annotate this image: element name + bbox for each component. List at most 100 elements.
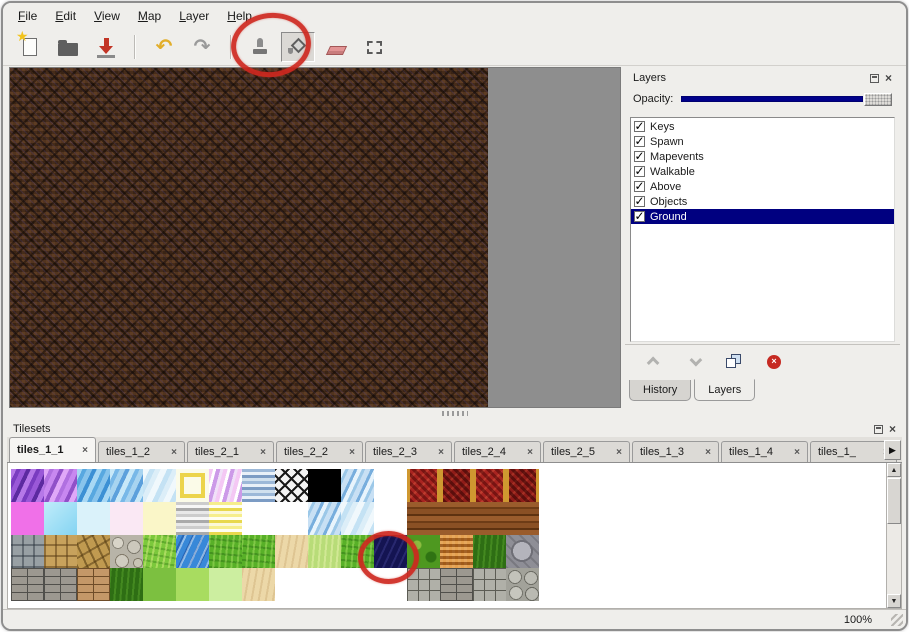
- tile-crystal1[interactable]: [11, 469, 44, 502]
- opacity-slider-track[interactable]: [681, 96, 863, 102]
- tile-grasspale[interactable]: [209, 568, 242, 601]
- layer-row[interactable]: ✓ Keys: [631, 119, 894, 134]
- tab-close-icon[interactable]: ×: [705, 447, 711, 458]
- layer-row[interactable]: ✓ Mapevents: [631, 149, 894, 164]
- scroll-up-button[interactable]: ▲: [887, 463, 901, 477]
- scrollbar-thumb[interactable]: [887, 478, 901, 524]
- menu-item[interactable]: Layer: [170, 5, 218, 27]
- layer-row[interactable]: ✓ Ground: [631, 209, 894, 224]
- resize-grip-icon[interactable]: [891, 614, 903, 626]
- tile-grassdark[interactable]: [110, 568, 143, 601]
- tab-close-icon[interactable]: ×: [527, 447, 533, 458]
- menu-item[interactable]: File: [9, 5, 46, 27]
- stamp-tool-button[interactable]: [243, 32, 277, 62]
- tileset-tab[interactable]: tiles_1_1 ×: [9, 437, 96, 462]
- tileset-tab[interactable]: tiles_2_1 ×: [187, 441, 274, 462]
- tile-grassmid[interactable]: [143, 568, 176, 601]
- tile-brickgray[interactable]: [44, 568, 77, 601]
- layer-row[interactable]: ✓ Objects: [631, 194, 894, 209]
- tab-close-icon[interactable]: ×: [438, 447, 444, 458]
- panel-tab[interactable]: History: [629, 380, 691, 401]
- map-canvas-area[interactable]: [9, 67, 621, 408]
- tile-water2[interactable]: [110, 469, 143, 502]
- tileset-tab[interactable]: tiles_1_3 ×: [632, 441, 719, 462]
- tileset-grid[interactable]: [11, 469, 539, 601]
- tab-close-icon[interactable]: ×: [82, 445, 88, 456]
- tile-white[interactable]: [341, 568, 374, 601]
- tile-navy[interactable]: [374, 535, 407, 568]
- menu-item[interactable]: Map: [129, 5, 170, 27]
- tile-white[interactable]: [308, 568, 341, 601]
- tile-cyan[interactable]: [44, 502, 77, 535]
- tab-scroll-right-button[interactable]: ▶: [884, 440, 901, 460]
- tile-stripegray[interactable]: [176, 502, 209, 535]
- tab-close-icon[interactable]: ×: [349, 447, 355, 458]
- duplicate-layer-button[interactable]: [721, 351, 747, 373]
- layer-visibility-checkbox[interactable]: ✓: [634, 181, 645, 192]
- tile-paleyellow[interactable]: [143, 502, 176, 535]
- tile-white[interactable]: [374, 502, 407, 535]
- tile-white[interactable]: [275, 568, 308, 601]
- tileset-tab[interactable]: tiles_2_3 ×: [365, 441, 452, 462]
- menu-item[interactable]: Help: [218, 5, 261, 27]
- tile-frame[interactable]: [176, 469, 209, 502]
- tile-grassgreen[interactable]: [209, 535, 242, 568]
- tile-stones[interactable]: [407, 568, 440, 601]
- redo-button[interactable]: ↷: [185, 32, 219, 62]
- tile-sand[interactable]: [242, 568, 275, 601]
- raise-layer-button[interactable]: [641, 351, 667, 373]
- layer-visibility-checkbox[interactable]: ✓: [634, 196, 645, 207]
- tile-cobble[interactable]: [506, 568, 539, 601]
- save-map-button[interactable]: [89, 32, 123, 62]
- tile-wood[interactable]: [506, 502, 539, 535]
- open-map-button[interactable]: [51, 32, 85, 62]
- tile-black[interactable]: [308, 469, 341, 502]
- eraser-tool-button[interactable]: [319, 32, 353, 62]
- delete-layer-button[interactable]: ×: [761, 351, 787, 373]
- horizontal-splitter[interactable]: [3, 408, 906, 419]
- tile-grassdark[interactable]: [473, 535, 506, 568]
- menu-item[interactable]: Edit: [46, 5, 85, 27]
- tile-grassgreen[interactable]: [341, 535, 374, 568]
- vertical-scrollbar[interactable]: ▲ ▼: [886, 463, 901, 608]
- tile-rockgray[interactable]: [506, 535, 539, 568]
- float-panel-icon[interactable]: [874, 425, 883, 434]
- scroll-down-button[interactable]: ▼: [887, 594, 901, 608]
- layer-row[interactable]: ✓ Above: [631, 179, 894, 194]
- tile-rocks[interactable]: [110, 535, 143, 568]
- tab-close-icon[interactable]: ×: [171, 447, 177, 458]
- tile-white[interactable]: [374, 469, 407, 502]
- layer-visibility-checkbox[interactable]: ✓: [634, 151, 645, 162]
- layer-visibility-checkbox[interactable]: ✓: [634, 211, 645, 222]
- tile-brickgray[interactable]: [11, 568, 44, 601]
- tile-stones[interactable]: [473, 568, 506, 601]
- tab-close-icon[interactable]: ×: [616, 447, 622, 458]
- tile-wood[interactable]: [440, 502, 473, 535]
- new-map-button[interactable]: ★: [13, 32, 47, 62]
- layer-row[interactable]: ✓ Walkable: [631, 164, 894, 179]
- tile-carpetA[interactable]: [407, 469, 440, 502]
- tile-white[interactable]: [374, 568, 407, 601]
- tileset-tab[interactable]: tiles_2_5 ×: [543, 441, 630, 462]
- tile-grasslight[interactable]: [176, 568, 209, 601]
- tile-dirtcracked[interactable]: [77, 535, 110, 568]
- layer-visibility-checkbox[interactable]: ✓: [634, 166, 645, 177]
- tileset-tab[interactable]: tiles_1_2 ×: [98, 441, 185, 462]
- tile-stripeblue[interactable]: [242, 469, 275, 502]
- tile-bricktan[interactable]: [77, 568, 110, 601]
- layer-visibility-checkbox[interactable]: ✓: [634, 136, 645, 147]
- tile-carpetB[interactable]: [440, 469, 473, 502]
- tileset-tab[interactable]: tiles_1_4 ×: [721, 441, 808, 462]
- tile-carpetB[interactable]: [506, 469, 539, 502]
- tile-weave[interactable]: [440, 535, 473, 568]
- tile-grasslight2[interactable]: [308, 535, 341, 568]
- tileset-tab[interactable]: tiles_2_2 ×: [276, 441, 363, 462]
- close-panel-icon[interactable]: ×: [889, 424, 896, 434]
- tile-stonegray[interactable]: [11, 535, 44, 568]
- tile-palepink[interactable]: [110, 502, 143, 535]
- tile-stripeyellow[interactable]: [209, 502, 242, 535]
- select-tool-button[interactable]: [357, 32, 391, 62]
- tile-stonetan[interactable]: [44, 535, 77, 568]
- tile-grassgreen[interactable]: [242, 535, 275, 568]
- tile-wood[interactable]: [473, 502, 506, 535]
